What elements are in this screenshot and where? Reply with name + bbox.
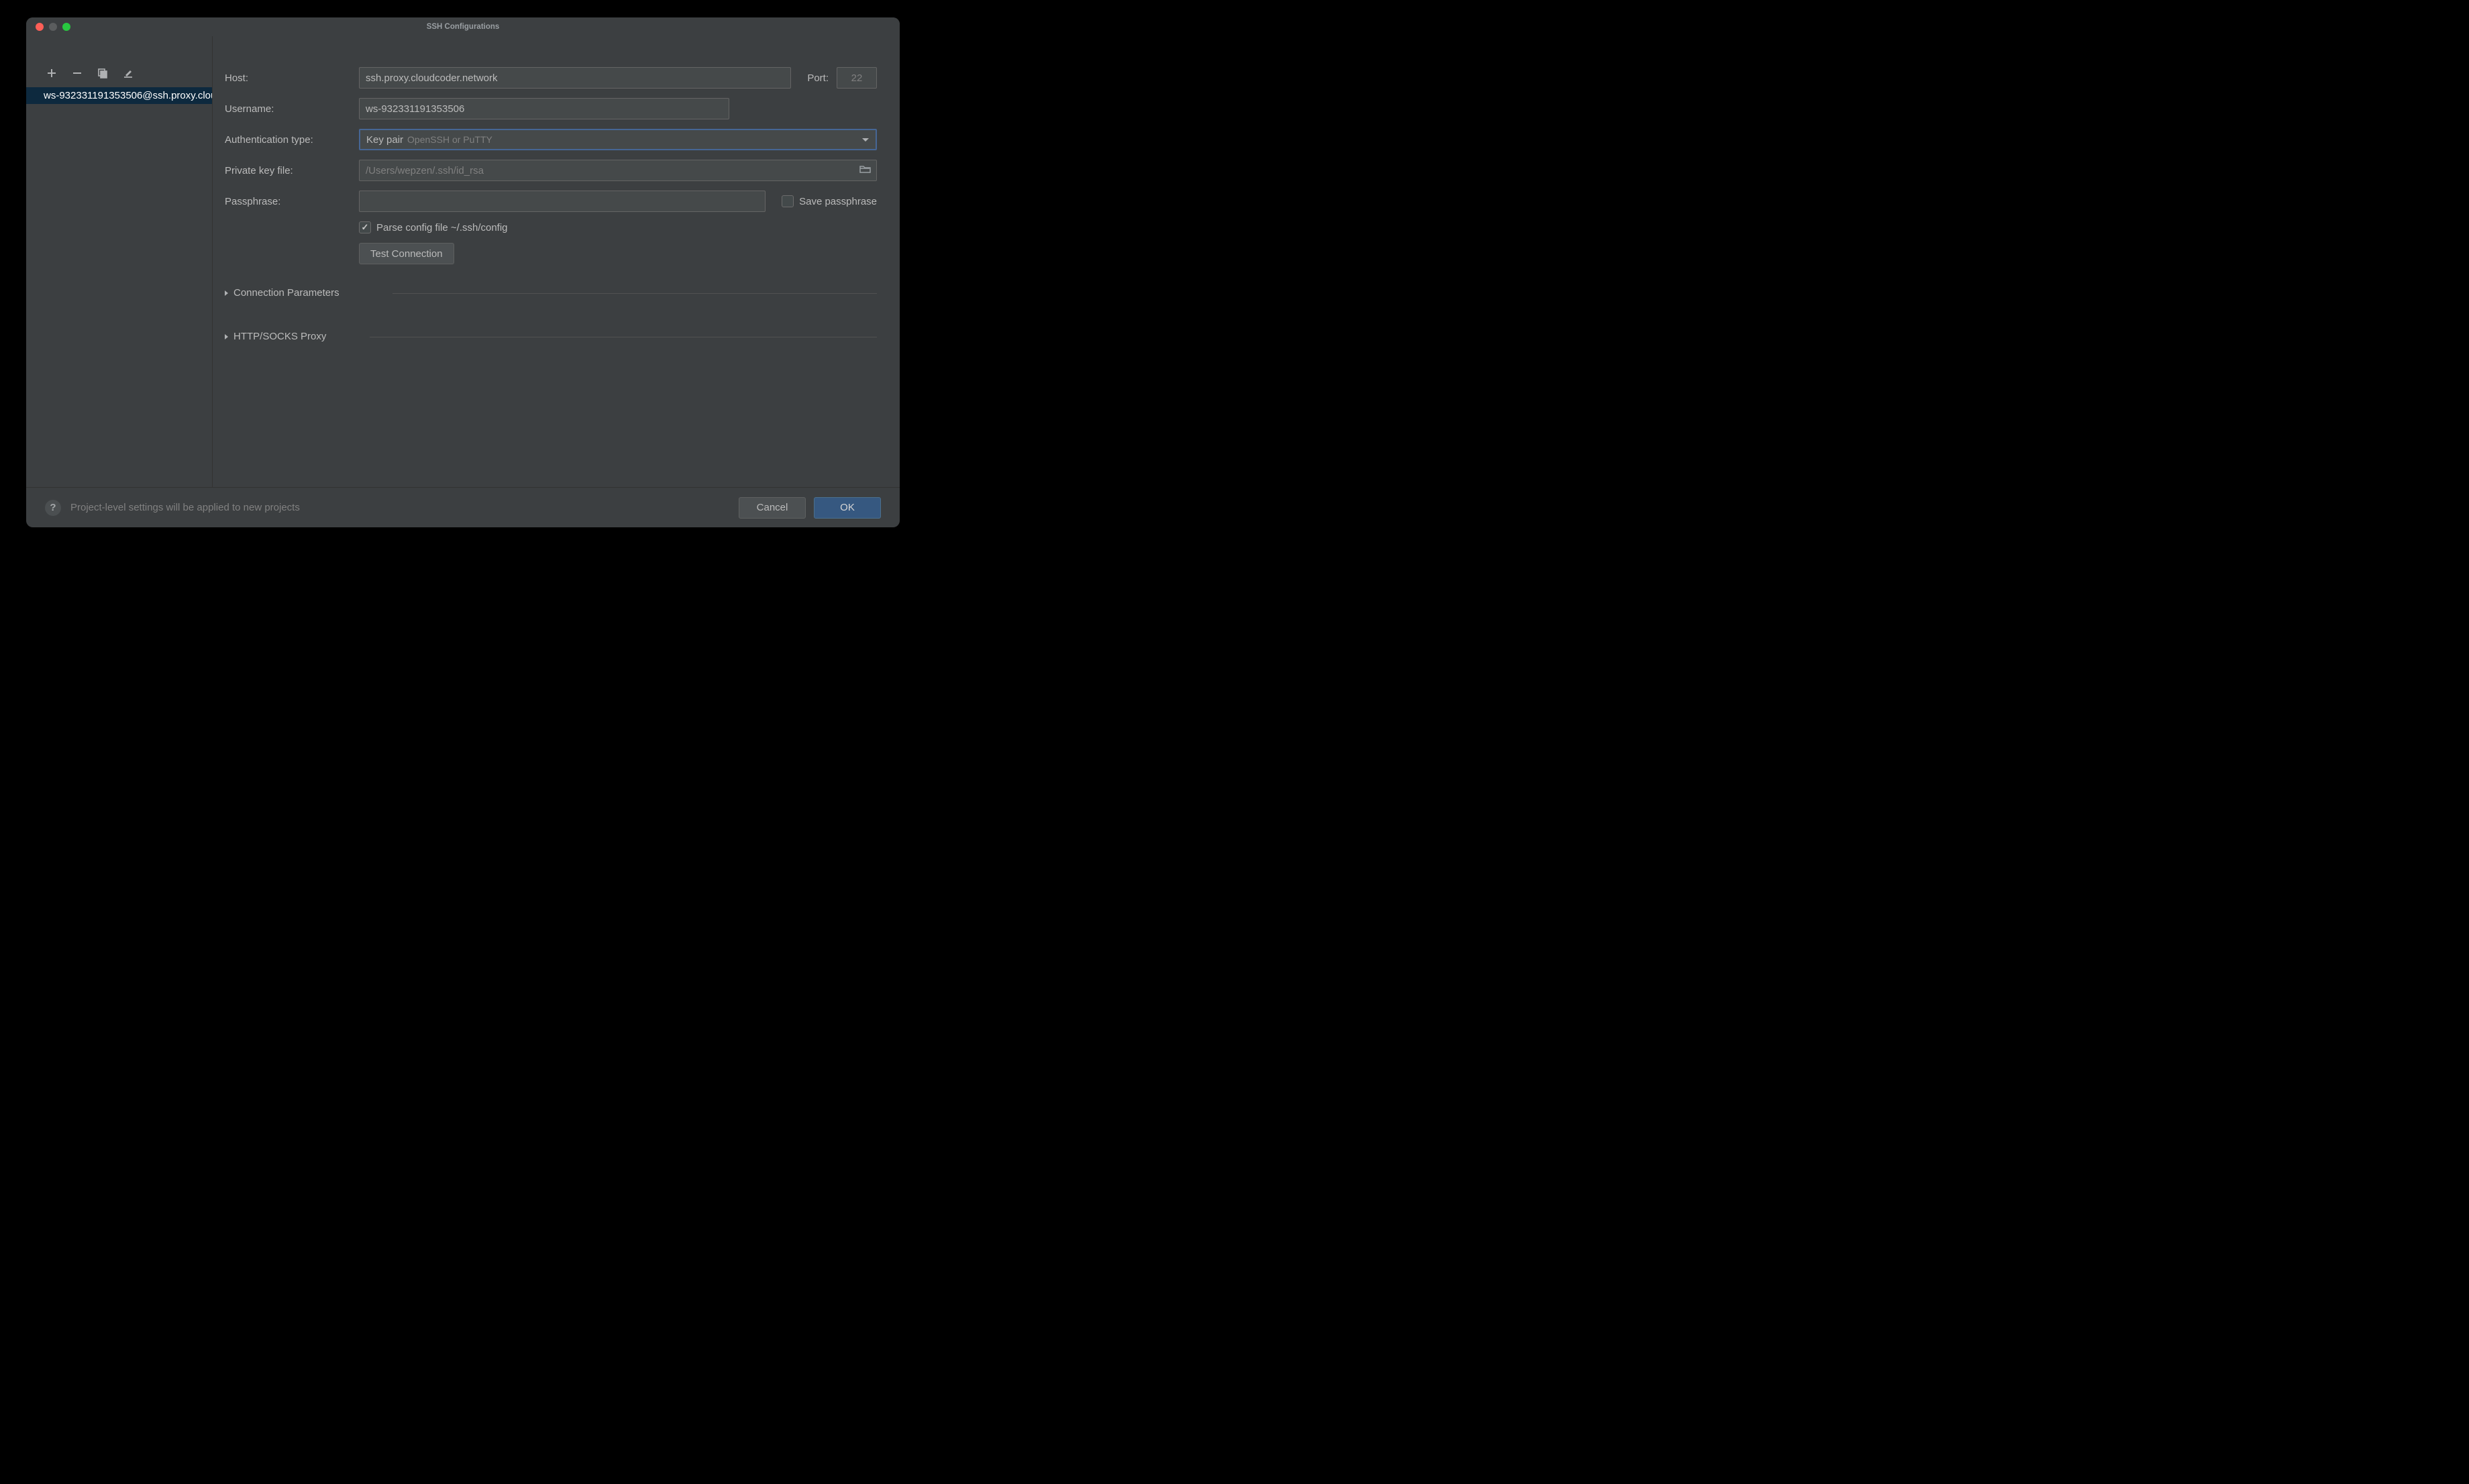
parse-config-row: Parse config file ~/.ssh/config [359,221,877,233]
ok-button[interactable]: OK [814,497,881,519]
traffic-lights [26,23,70,31]
host-label: Host: [225,72,352,84]
sidebar-toolbar [26,67,212,87]
cancel-button[interactable]: Cancel [739,497,806,519]
save-passphrase-toggle[interactable]: Save passphrase [782,195,877,207]
dialog-content: ws-932331191353506@ssh.proxy.cloudcoder.… [26,36,900,487]
minimize-window-button[interactable] [49,23,57,31]
connection-parameters-section[interactable]: Connection Parameters [225,280,877,305]
copy-icon[interactable] [97,68,108,78]
host-input[interactable] [359,67,791,89]
parse-config-toggle[interactable]: Parse config file ~/.ssh/config [359,221,877,233]
passphrase-label: Passphrase: [225,196,352,207]
proxy-label: HTTP/SOCKS Proxy [233,331,326,342]
keyfile-placeholder: /Users/wepzen/.ssh/id_rsa [360,165,859,176]
window-title: SSH Configurations [26,23,900,31]
auth-type-select[interactable]: Key pair OpenSSH or PuTTY [359,129,877,150]
config-list: ws-932331191353506@ssh.proxy.cloudcoder.… [26,87,212,487]
titlebar: SSH Configurations [26,17,900,36]
section-rule [392,293,877,294]
add-icon[interactable] [46,68,57,78]
auth-label: Authentication type: [225,134,352,146]
dialog-window: SSH Configurations ws-932331191 [26,17,900,527]
dialog-footer: ? Project-level settings will be applied… [26,487,900,527]
checkbox-icon [782,195,794,207]
save-passphrase-label: Save passphrase [799,196,877,207]
username-input[interactable] [359,98,729,119]
edit-icon[interactable] [123,68,134,78]
chevron-right-icon [225,334,228,339]
passphrase-row: Passphrase: Save passphrase [225,191,877,212]
checkbox-checked-icon [359,221,371,233]
footer-message: Project-level settings will be applied t… [70,502,729,513]
connection-parameters-label: Connection Parameters [233,287,339,299]
test-connection-label: Test Connection [370,248,443,260]
test-connection-button[interactable]: Test Connection [359,243,454,264]
test-button-row: Test Connection [359,243,877,264]
host-row: Host: Port: [225,67,877,89]
sidebar: ws-932331191353506@ssh.proxy.cloudcoder.… [26,36,213,487]
config-item-label: ws-932331191353506@ssh.proxy.cloudcoder.… [44,90,212,101]
chevron-right-icon [225,290,228,296]
port-label: Port: [807,72,829,84]
help-button[interactable]: ? [45,500,61,516]
keyfile-row: Private key file: /Users/wepzen/.ssh/id_… [225,160,877,181]
username-label: Username: [225,103,352,115]
cancel-label: Cancel [757,502,788,513]
close-window-button[interactable] [36,23,44,31]
username-row: Username: [225,98,877,119]
zoom-window-button[interactable] [62,23,70,31]
ok-label: OK [840,502,855,513]
auth-row: Authentication type: Key pair OpenSSH or… [225,129,877,150]
port-input[interactable] [837,67,877,89]
main-panel: Host: Port: Username: Authentication typ… [213,36,900,487]
remove-icon[interactable] [72,68,83,78]
auth-hint: OpenSSH or PuTTY [407,134,492,145]
config-item[interactable]: ws-932331191353506@ssh.proxy.cloudcoder.… [26,87,212,104]
folder-icon[interactable] [859,164,871,176]
proxy-section[interactable]: HTTP/SOCKS Proxy [225,324,877,349]
auth-value: Key pair [366,134,403,146]
parse-config-label: Parse config file ~/.ssh/config [376,222,508,233]
keyfile-label: Private key file: [225,165,352,176]
keyfile-input-wrap[interactable]: /Users/wepzen/.ssh/id_rsa [359,160,877,181]
footer-buttons: Cancel OK [739,497,881,519]
passphrase-input[interactable] [359,191,766,212]
auth-select-text: Key pair OpenSSH or PuTTY [366,134,492,146]
chevron-down-icon [862,138,869,142]
